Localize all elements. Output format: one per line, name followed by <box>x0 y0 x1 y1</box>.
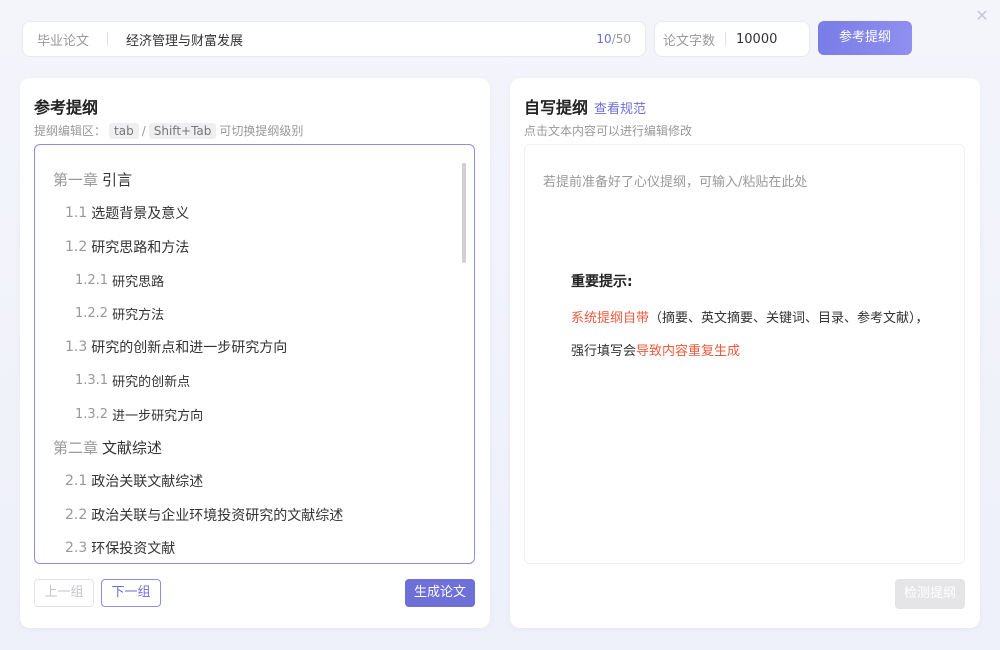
panel-header: 参考提纲 提纲编辑区： tab / Shift+Tab 可切换提纲级别 <box>34 94 303 139</box>
input-placeholder: 若提前准备好了心仪提纲，可输入/粘贴在此处 <box>543 175 808 190</box>
outline-item-text: 政治关联与企业环境投资研究的文献综述 <box>91 507 344 524</box>
sub-suffix: 可切换提纲级别 <box>219 124 304 138</box>
outline-list: 第一章 引言 1.1 选题背景及意义 1.2 研究思路和方法 1.2.1 研究思路 1.2.2 研… <box>35 145 460 563</box>
outline-item[interactable]: 第一章 引言 <box>53 163 460 197</box>
title-char-count: 10/50 <box>596 32 645 46</box>
divider <box>725 32 727 46</box>
panel-header: 自写提纲 查看规范 点击文本内容可以进行编辑修改 <box>524 94 692 139</box>
outline-item-text: 研究思路 <box>112 274 165 290</box>
outline-item-number: 第一章 <box>53 171 99 190</box>
thesis-type-label[interactable]: 毕业论文 <box>23 30 95 49</box>
outline-item-text: 选题背景及意义 <box>91 206 190 223</box>
outline-editor[interactable]: 第一章 引言 1.1 选题背景及意义 1.2 研究思路和方法 1.2.1 研究思路 1.2.2 研… <box>34 144 475 564</box>
word-count-input[interactable]: 10000 <box>736 32 777 47</box>
notice-highlight: 导致内容重复生成 <box>636 344 741 359</box>
view-spec-link[interactable]: 查看规范 <box>594 102 646 117</box>
outline-item-number: 1.3 <box>65 339 88 356</box>
notice-line-2: 强行填写会导致内容重复生成 <box>571 340 929 359</box>
outline-item-number: 1.3.2 <box>75 406 109 422</box>
outline-item-number: 2.2 <box>65 506 88 523</box>
outline-item-number: 2.3 <box>65 540 88 557</box>
panel-subtitle: 点击文本内容可以进行编辑修改 <box>524 124 693 138</box>
outline-item[interactable]: 1.2.1 研究思路 <box>53 264 460 298</box>
thesis-title-field[interactable]: 毕业论文 经济管理与财富发展 10/50 <box>22 21 646 57</box>
custom-outline-input[interactable]: 若提前准备好了心仪提纲，可输入/粘贴在此处 重要提示: 系统提纲自带（摘要、英文… <box>524 144 965 564</box>
outline-item[interactable]: 2.3 环保投资文献 <box>53 532 460 564</box>
outline-item-text: 政治关联文献综述 <box>91 474 204 491</box>
sub-prefix: 提纲编辑区： <box>34 124 107 138</box>
outline-item-text: 研究的创新点 <box>112 375 191 391</box>
outline-item[interactable]: 1.3.1 研究的创新点 <box>53 364 460 398</box>
word-count-label: 论文字数 <box>663 33 716 49</box>
outline-item-number: 1.2.1 <box>75 272 109 288</box>
panel-title-text: 自写提纲 <box>524 98 589 117</box>
reference-outline-panel: 参考提纲 提纲编辑区： tab / Shift+Tab 可切换提纲级别 第一章引… <box>20 78 490 628</box>
word-count-field[interactable]: 论文字数 10000 <box>654 21 810 57</box>
next-group-button[interactable]: 下一组 <box>101 579 161 607</box>
outline-item-text: 研究方法 <box>112 308 165 324</box>
notice-text: 强行填写会 <box>571 344 637 359</box>
title-char-count-max: /50 <box>611 32 631 46</box>
outline-item[interactable]: 1.2 研究思路和方法 <box>53 230 460 264</box>
outline-item-text: 文献综述 <box>102 439 163 458</box>
check-outline-button[interactable]: 检测提纲 <box>895 579 965 609</box>
panel-title: 参考提纲 <box>34 98 99 117</box>
outline-item-text: 引言 <box>102 171 133 190</box>
thesis-title-input[interactable]: 经济管理与财富发展 <box>126 30 596 49</box>
outline-item-number: 第二章 <box>53 439 99 458</box>
title-char-count-current: 10 <box>596 32 612 46</box>
panel-title: 自写提纲 查看规范 <box>524 94 692 118</box>
reference-outline-button[interactable]: 参考提纲 <box>818 21 912 55</box>
important-notice: 重要提示: 系统提纲自带（摘要、英文摘要、关键词、目录、参考文献）， 强行填写会… <box>571 271 929 373</box>
key-shift-tab: Shift+Tab <box>148 122 217 139</box>
outline-item[interactable]: 2.2 政治关联与企业环境投资研究的文献综述 <box>53 498 460 532</box>
outline-item[interactable]: 1.1 选题背景及意义 <box>53 197 460 231</box>
outline-item[interactable]: 第二章 文献综述 <box>53 431 460 465</box>
top-bar: 毕业论文 经济管理与财富发展 10/50 论文字数 10000 参考提纲 <box>22 21 982 57</box>
scrollbar[interactable] <box>462 163 466 263</box>
outline-item[interactable]: 1.3.2 进一步研究方向 <box>53 398 460 432</box>
outline-item-number: 1.3.1 <box>75 373 109 389</box>
outline-item-text: 环保投资文献 <box>91 541 176 558</box>
panel-subtitle: 提纲编辑区： tab / Shift+Tab 可切换提纲级别 <box>34 122 303 139</box>
prev-group-button[interactable]: 上一组 <box>34 579 94 607</box>
outline-item[interactable]: 2.1 政治关联文献综述 <box>53 465 460 499</box>
notice-title: 重要提示: <box>571 274 633 290</box>
key-tab: tab <box>109 122 139 139</box>
outline-item-number: 2.1 <box>65 473 88 490</box>
key-sep: / <box>141 123 146 138</box>
outline-item[interactable]: 1.2.2 研究方法 <box>53 297 460 331</box>
outline-item-number: 1.2.2 <box>75 306 109 322</box>
outline-item-number: 1.2 <box>65 238 88 255</box>
outline-item-text: 研究思路和方法 <box>91 239 190 256</box>
notice-highlight: 系统提纲自带 <box>571 311 650 326</box>
custom-outline-panel: 自写提纲 查看规范 点击文本内容可以进行编辑修改 若提前准备好了心仪提纲，可输入/… <box>510 78 980 628</box>
outline-item-text: 研究的创新点和进一步研究方向 <box>91 340 288 357</box>
divider <box>107 32 108 46</box>
notice-line-1: 系统提纲自带（摘要、英文摘要、关键词、目录、参考文献）， <box>571 307 929 326</box>
outline-item-number: 1.1 <box>65 205 88 222</box>
generate-paper-button[interactable]: 生成论文 <box>405 579 475 607</box>
notice-text: （摘要、英文摘要、关键词、目录、参考文献）， <box>649 311 929 326</box>
outline-item-text: 进一步研究方向 <box>112 408 204 424</box>
outline-item[interactable]: 1.3 研究的创新点和进一步研究方向 <box>53 331 460 365</box>
